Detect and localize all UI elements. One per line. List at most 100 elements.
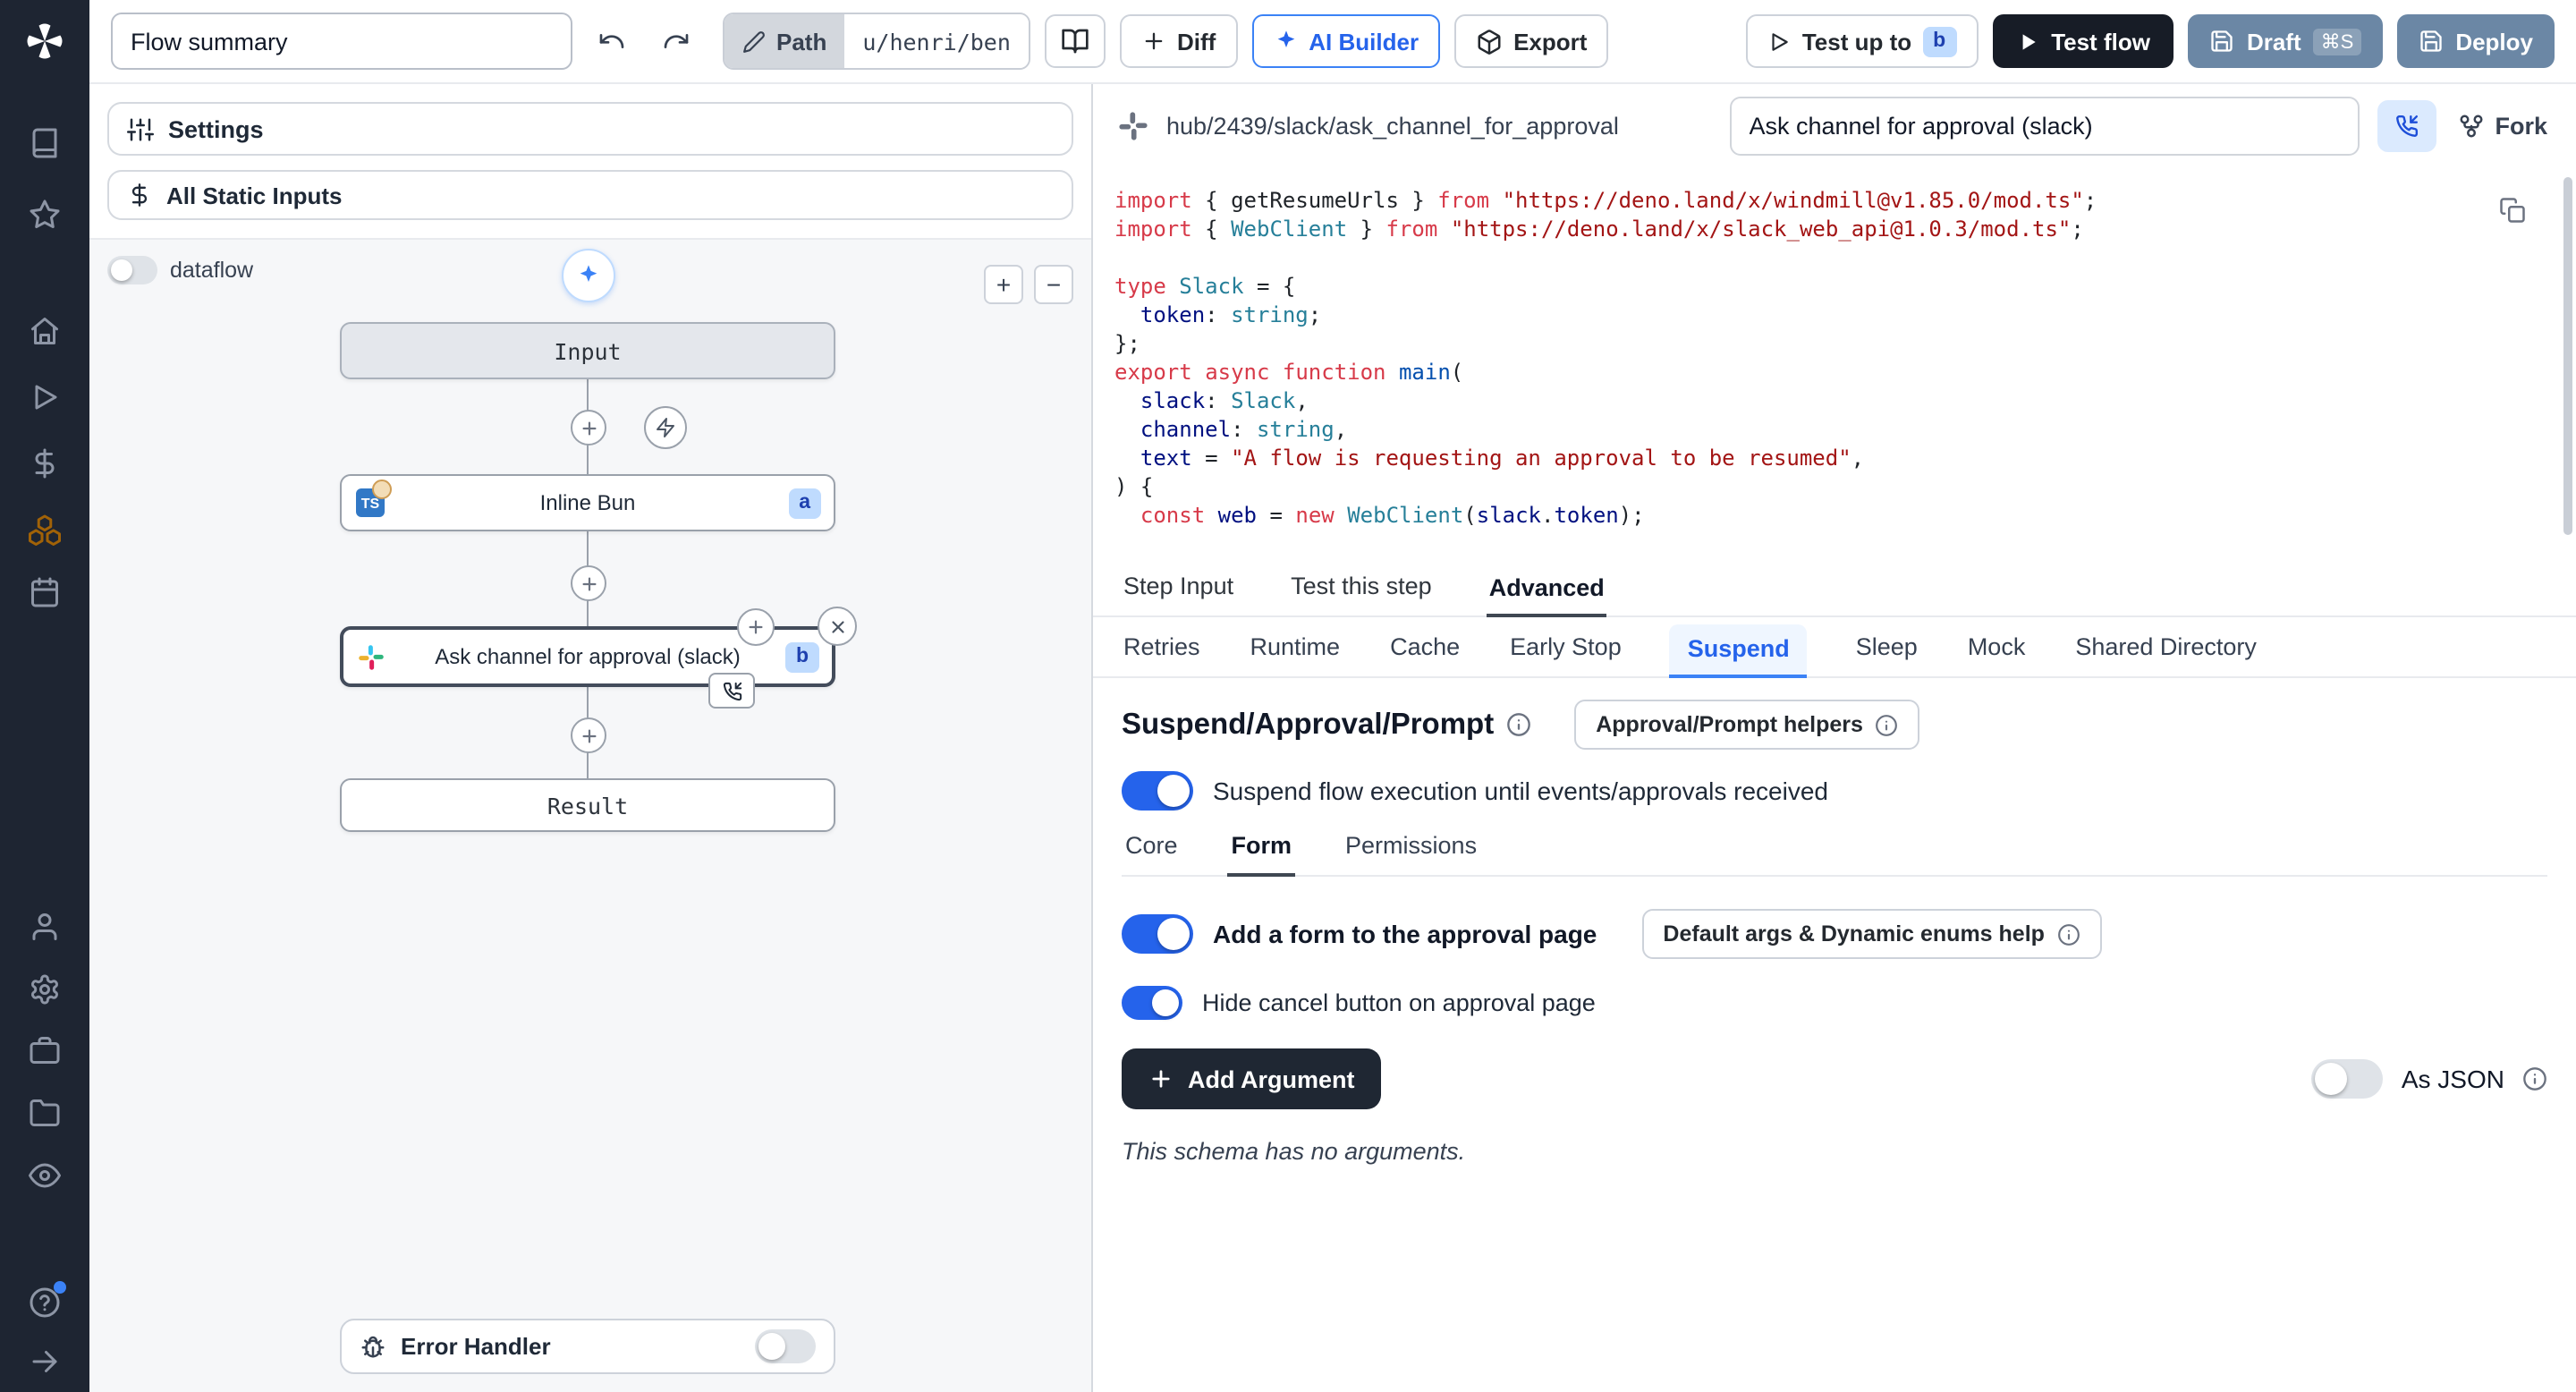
diff-button[interactable]: Diff [1120,14,1237,68]
tab-cache[interactable]: Cache [1388,633,1462,676]
tab-core[interactable]: Core [1122,832,1182,875]
undo-button[interactable] [587,16,637,66]
approval-prompt-helpers-button[interactable]: Approval/Prompt helpers [1574,700,1920,750]
star-icon[interactable] [29,199,61,231]
docs-button[interactable] [1045,14,1106,68]
test-up-to-button[interactable]: Test up to b [1747,14,1978,68]
phone-incoming-icon [2394,115,2418,138]
default-args-help-button[interactable]: Default args & Dynamic enums help [1641,909,2102,959]
editor-scrollbar[interactable] [2563,177,2572,535]
audit-eye-icon[interactable] [29,1159,61,1192]
info-icon[interactable] [2522,1066,2547,1091]
windmill-logo-icon[interactable] [21,18,68,64]
folders-icon[interactable] [29,1097,61,1129]
deploy-button[interactable]: Deploy [2396,14,2555,68]
tab-sleep[interactable]: Sleep [1854,633,1919,676]
redo-button[interactable] [651,16,701,66]
suspend-indicator-button[interactable] [2377,100,2436,152]
code-line: const web = new WebClient(slack.token); [1114,501,2504,530]
static-inputs-button[interactable]: All Static Inputs [107,170,1073,220]
node-result-label: Result [547,792,628,819]
flow-settings-button[interactable]: Settings [107,102,1073,156]
flow-canvas[interactable]: dataflow + − Input [89,238,1091,1392]
expand-sidebar-icon[interactable] [29,1345,61,1378]
insert-step-button-3[interactable] [571,717,606,753]
export-button[interactable]: Export [1454,14,1608,68]
tab-runtime[interactable]: Runtime [1249,633,1343,676]
insert-step-button-1[interactable] [571,410,606,446]
error-handler-row[interactable]: Error Handler [340,1319,835,1374]
draft-button[interactable]: Draft ⌘S [2188,14,2382,68]
notebook-icon[interactable] [29,127,61,159]
zoom-in-button[interactable]: + [984,265,1023,304]
tab-step-input[interactable]: Step Input [1122,573,1235,615]
dataflow-toggle[interactable] [107,256,157,284]
fork-button[interactable]: Fork [2453,113,2551,140]
path-selector[interactable]: Path u/henri/ben [723,13,1030,70]
tab-form[interactable]: Form [1228,832,1296,877]
as-json-toggle[interactable] [2312,1059,2384,1099]
dollar-icon [127,182,152,208]
add-branch-button[interactable] [737,608,775,646]
add-argument-label: Add Argument [1188,1065,1355,1092]
node-input[interactable]: Input [340,322,835,379]
redo-icon [662,27,691,55]
tab-test-this-step[interactable]: Test this step [1289,573,1434,615]
hub-script-path[interactable]: hub/2439/slack/ask_channel_for_approval [1166,113,1619,140]
node-inline-bun[interactable]: TS Inline Bun a [340,474,835,531]
error-handler-toggle[interactable] [755,1329,816,1363]
tab-mock[interactable]: Mock [1966,633,2028,676]
step-tabs: Step Input Test this step Advanced [1093,558,2576,617]
users-icon[interactable] [29,911,61,943]
insert-step-button-2[interactable] [571,565,606,601]
git-fork-icon [2457,113,2484,140]
test-flow-button[interactable]: Test flow [1992,14,2174,68]
code-editor[interactable]: import { getResumeUrls } from "https://d… [1093,168,2576,558]
approval-prompt-helpers-label: Approval/Prompt helpers [1596,712,1863,737]
settings-gear-icon[interactable] [29,973,61,1006]
zoom-out-button[interactable]: − [1034,265,1073,304]
workers-briefcase-icon[interactable] [29,1034,61,1066]
plus-icon [579,726,598,745]
plus-icon [1141,29,1166,54]
code-line: import { WebClient } from "https://deno.… [1114,215,2504,243]
hide-cancel-toggle[interactable] [1122,986,1182,1020]
as-json-label: As JSON [2402,1065,2504,1093]
schedules-calendar-icon[interactable] [29,576,61,608]
help-icon[interactable] [29,1286,61,1319]
resources-boxes-icon[interactable] [29,514,61,546]
flow-summary-input[interactable] [111,13,572,70]
tab-shared-directory[interactable]: Shared Directory [2073,633,2258,676]
tab-suspend[interactable]: Suspend [1670,624,1808,678]
ai-builder-button[interactable]: AI Builder [1251,14,1440,68]
add-argument-button[interactable]: Add Argument [1122,1048,1382,1109]
runs-play-icon[interactable] [29,381,61,413]
delete-step-button[interactable] [818,607,857,646]
step-name-input[interactable] [1729,97,2359,156]
trigger-zap-button[interactable] [644,406,687,449]
tab-permissions[interactable]: Permissions [1342,832,1480,875]
home-icon[interactable] [29,315,61,347]
info-icon[interactable] [1506,712,1531,737]
step-header: hub/2439/slack/ask_channel_for_approval … [1093,84,2576,168]
code-line: type Slack = { [1114,272,2504,301]
info-icon [2057,922,2080,946]
bun-icon [372,480,392,499]
tab-early-stop[interactable]: Early Stop [1508,633,1623,676]
tab-retries[interactable]: Retries [1122,633,1202,676]
copy-code-button[interactable] [2496,193,2529,227]
tab-advanced[interactable]: Advanced [1487,574,1606,617]
node-input-label: Input [554,337,621,364]
add-form-toggle[interactable] [1122,914,1193,954]
dataflow-toggle-row: dataflow [107,256,253,284]
plus-icon [1148,1066,1174,1091]
code-line: ) { [1114,472,2504,501]
dataflow-label: dataflow [170,258,253,283]
test-flow-label: Test flow [2051,28,2150,55]
step-editor-panel: hub/2439/slack/ask_channel_for_approval … [1093,84,2576,1392]
node-result[interactable]: Result [340,778,835,832]
ai-flow-wand-button[interactable] [562,249,615,302]
variables-dollar-icon[interactable] [29,447,61,480]
bug-icon [360,1333,386,1360]
suspend-execution-toggle[interactable] [1122,771,1193,811]
